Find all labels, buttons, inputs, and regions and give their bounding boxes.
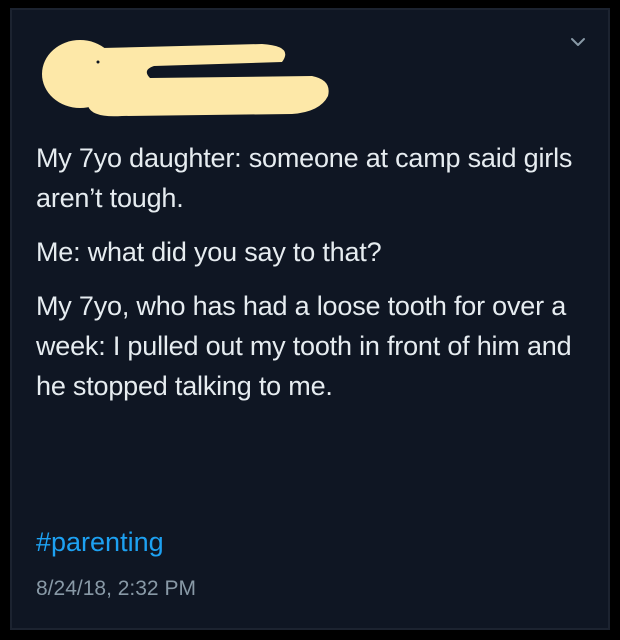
tweet-card: My 7yo daughter: someone at camp said gi… xyxy=(10,8,610,630)
hashtag-link[interactable]: #parenting xyxy=(36,522,164,562)
tweet-paragraph: My 7yo daughter: someone at camp said gi… xyxy=(36,143,573,213)
tweet-timestamp[interactable]: 8/24/18, 2:32 PM xyxy=(36,574,196,604)
tweet-body: My 7yo daughter: someone at camp said gi… xyxy=(36,138,584,420)
chevron-down-icon[interactable] xyxy=(566,30,590,54)
tweet-paragraph: My 7yo, who has had a loose tooth for ov… xyxy=(36,291,572,401)
tweet-paragraph: Me: what did you say to that? xyxy=(36,237,382,267)
redacted-author-info xyxy=(42,40,329,117)
